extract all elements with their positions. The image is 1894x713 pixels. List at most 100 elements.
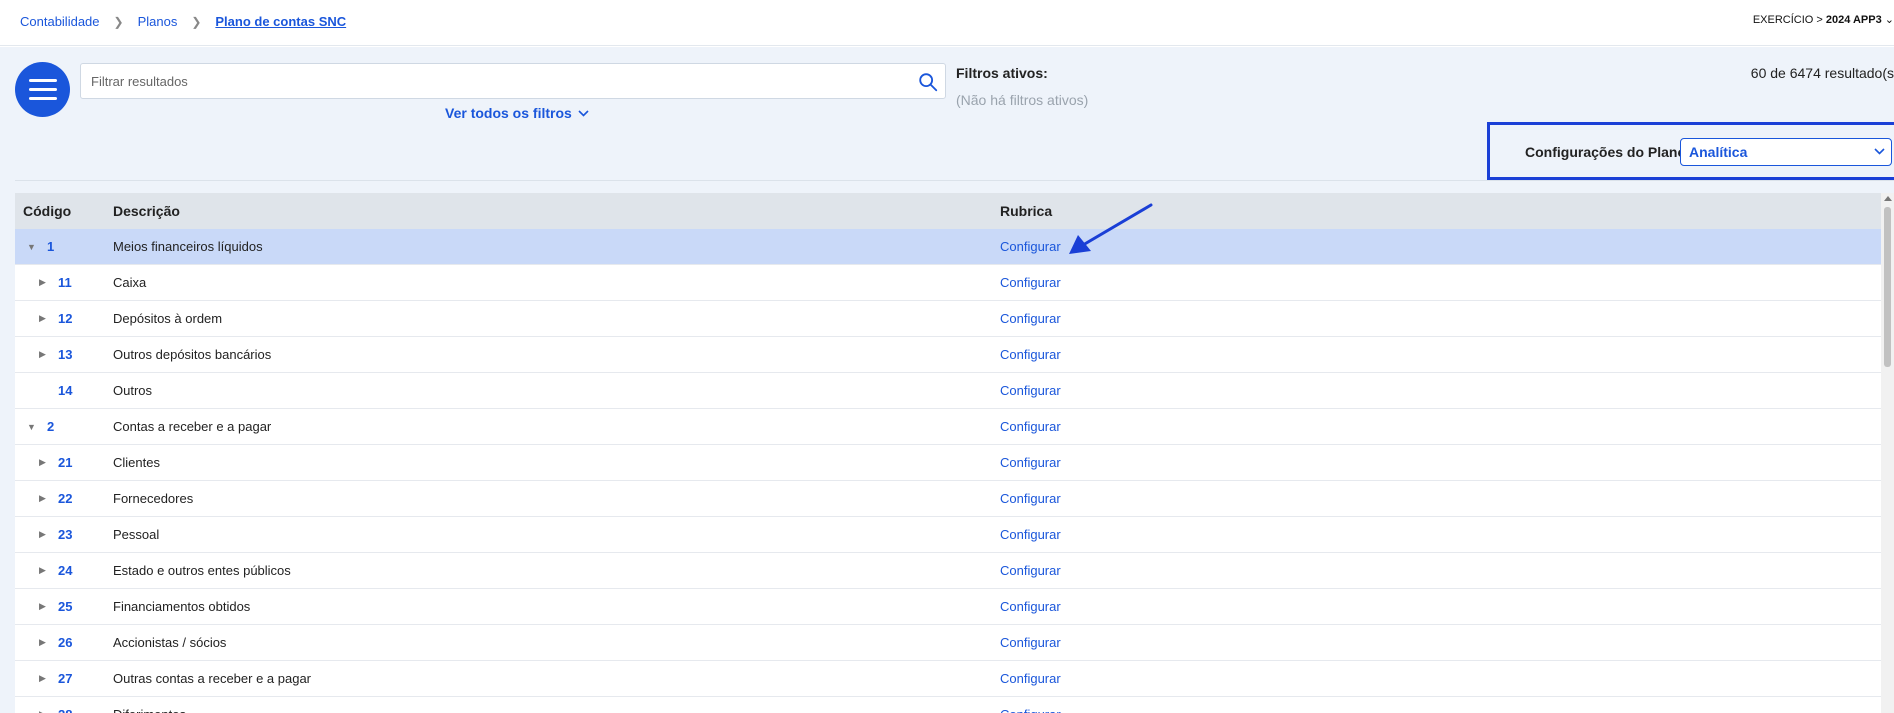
account-description: Estado e outros entes públicos [113,563,291,578]
account-description: Meios financeiros líquidos [113,239,263,254]
table-body: ▼ 1 Meios financeiros líquidos Configurar ▶ 1… [15,229,1881,713]
table-row[interactable]: ▶ 13 Outros depósitos bancários Configurar [15,337,1881,373]
configurar-link[interactable]: Configurar [1000,635,1061,650]
configurar-link[interactable]: Configurar [1000,599,1061,614]
account-code[interactable]: 12 [58,311,72,326]
rubrica-cell: Configurar [992,635,1061,650]
caret-down-icon[interactable]: ▼ [27,422,36,432]
caret-right-icon[interactable]: ▶ [39,637,46,648]
chevron-down-icon [578,109,589,117]
search-icon[interactable] [917,71,939,93]
breadcrumb-planos[interactable]: Planos [138,14,178,29]
chevron-right-icon: ❯ [113,14,124,29]
table-row[interactable]: ▶ 28 Diferimentos Configurar [15,697,1881,713]
caret-right-icon[interactable]: ▶ [39,313,46,324]
caret-right-icon[interactable]: ▶ [39,529,46,540]
rubrica-cell: Configurar [992,311,1061,326]
table-row[interactable]: ▶ 21 Clientes Configurar [15,445,1881,481]
table-row[interactable]: ▶ 11 Caixa Configurar [15,265,1881,301]
configurar-link[interactable]: Configurar [1000,707,1061,713]
account-description: Depósitos à ordem [113,311,223,326]
code-cell: ▶ 11 [15,265,105,300]
table-row[interactable]: ▶ 12 Depósitos à ordem Configurar [15,301,1881,337]
configurar-link[interactable]: Configurar [1000,527,1061,542]
annotation-arrow-icon [1069,203,1153,254]
configurar-link[interactable]: Configurar [1000,491,1061,506]
account-code[interactable]: 22 [58,491,72,506]
account-description: Caixa [113,275,147,290]
configurar-link[interactable]: Configurar [1000,239,1061,254]
rubrica-cell: Configurar [992,455,1061,470]
table-row[interactable]: ▶ 23 Pessoal Configurar [15,517,1881,553]
configurar-link[interactable]: Configurar [1000,383,1061,398]
rubrica-cell: Configurar [992,671,1061,686]
configurar-link[interactable]: Configurar [1000,419,1061,434]
scrollbar[interactable] [1881,193,1894,713]
breadcrumb-contabilidade[interactable]: Contabilidade [20,14,100,29]
rubrica-cell: Configurar [992,707,1061,713]
code-cell: 14 [15,373,105,408]
account-code[interactable]: 11 [58,275,72,290]
account-code[interactable]: 2 [47,419,54,434]
plano-config-highlight: Configurações do Plano: Analítica [1487,122,1894,180]
configurar-link[interactable]: Configurar [1000,563,1061,578]
account-description: Diferimentos [105,707,992,713]
table-header: Código Descrição Rubrica [15,193,1881,229]
account-code[interactable]: 25 [58,599,72,614]
account-description: Outros [113,383,153,398]
account-description: Accionistas / sócios [113,635,227,650]
caret-right-icon[interactable]: ▶ [39,601,46,612]
caret-down-icon[interactable]: ▼ [27,242,36,252]
scroll-up-icon[interactable] [1884,196,1892,201]
divider [15,180,1894,181]
code-cell: ▶ 24 [15,553,105,588]
account-description: Outras contas a receber e a pagar [113,671,312,686]
exercicio-selector[interactable]: EXERCÍCIO > 2024 APP3 ⌄ [1753,13,1894,26]
configurar-link[interactable]: Configurar [1000,347,1061,362]
account-code[interactable]: 13 [58,347,72,362]
caret-right-icon[interactable]: ▶ [39,673,46,684]
caret-right-icon[interactable]: ▶ [39,565,46,576]
header-descricao[interactable]: Descrição [105,203,992,219]
rubrica-cell: Configurar [992,599,1061,614]
breadcrumb-current[interactable]: Plano de contas SNC [215,14,346,29]
table-row[interactable]: 14 Outros Configurar [15,373,1881,409]
caret-right-icon[interactable]: ▶ [39,277,46,288]
breadcrumb: Contabilidade ❯ Planos ❯ Plano de contas… [20,14,346,29]
code-cell: ▼ 1 [15,229,105,264]
account-code[interactable]: 27 [58,671,72,686]
configurar-link[interactable]: Configurar [1000,455,1061,470]
table-row[interactable]: ▶ 24 Estado e outros entes públicos Configu… [15,553,1881,589]
header-rubrica[interactable]: Rubrica [992,203,1052,219]
table-row[interactable]: ▶ 22 Fornecedores Configurar [15,481,1881,517]
table-row[interactable]: ▶ 26 Accionistas / sócios Configurar [15,625,1881,661]
scroll-thumb[interactable] [1884,207,1891,367]
account-code[interactable]: 26 [58,635,72,650]
search-input[interactable] [81,64,881,98]
table-row[interactable]: ▼ 1 Meios financeiros líquidos Configurar [15,229,1881,265]
ver-todos-filtros-button[interactable]: Ver todos os filtros [445,105,589,121]
plano-config-select[interactable]: Analítica [1680,138,1892,166]
table-row[interactable]: ▶ 25 Financiamentos obtidos Configurar [15,589,1881,625]
caret-right-icon[interactable]: ▶ [39,709,46,713]
account-code[interactable]: 23 [58,527,72,542]
header-codigo[interactable]: Código [15,193,105,229]
rubrica-cell: Configurar [992,275,1061,290]
account-description: Clientes [113,455,160,470]
account-code[interactable]: 1 [47,239,54,254]
account-code[interactable]: 28 [58,707,72,713]
configurar-link[interactable]: Configurar [1000,671,1061,686]
table-row[interactable]: ▶ 27 Outras contas a receber e a pagar Conf… [15,661,1881,697]
table-row[interactable]: ▼ 2 Contas a receber e a pagar Configurar [15,409,1881,445]
caret-right-icon[interactable]: ▶ [39,493,46,504]
ver-todos-filtros-label: Ver todos os filtros [445,105,572,121]
account-code[interactable]: 21 [58,455,72,470]
menu-button[interactable] [15,62,70,117]
caret-right-icon[interactable]: ▶ [39,457,46,468]
caret-right-icon[interactable]: ▶ [39,349,46,360]
hamburger-icon-line [28,88,57,91]
configurar-link[interactable]: Configurar [1000,311,1061,326]
configurar-link[interactable]: Configurar [1000,275,1061,290]
account-code[interactable]: 14 [58,383,72,398]
account-code[interactable]: 24 [58,563,72,578]
